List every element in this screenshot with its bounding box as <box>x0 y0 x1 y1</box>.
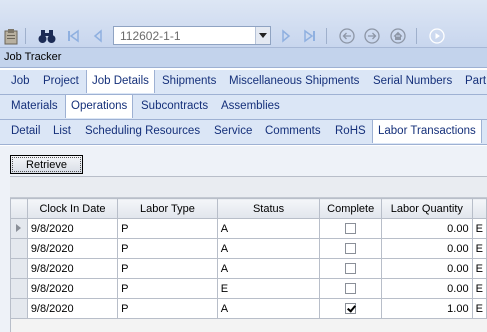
clock-in-date-cell[interactable]: 9/8/2020 <box>26 218 119 239</box>
table-row[interactable]: 9/8/2020 P A 0.00 E <box>10 218 487 239</box>
row-selector[interactable] <box>10 218 28 239</box>
status-cell[interactable]: A <box>216 238 321 259</box>
tab-assemblies[interactable]: Assemblies <box>221 95 280 118</box>
current-row-arrow-icon <box>16 223 22 232</box>
extra-cell[interactable]: E <box>471 238 487 259</box>
binoculars-icon[interactable] <box>38 27 56 45</box>
row-selector[interactable] <box>10 258 28 279</box>
extra-cell[interactable]: E <box>471 298 487 319</box>
complete-cell[interactable] <box>319 278 383 299</box>
clock-in-date-cell[interactable]: 9/8/2020 <box>26 258 119 279</box>
tab-detail[interactable]: Detail <box>11 120 40 143</box>
tab-job[interactable]: Job <box>11 70 30 93</box>
window-title-bar: Job Tracker <box>0 48 487 68</box>
tab-scheduling-resources[interactable]: Scheduling Resources <box>85 120 200 143</box>
labor-quantity-cell[interactable]: 0.00 <box>381 278 473 299</box>
table-row[interactable]: 9/8/2020 P A 1.00 E <box>10 298 487 319</box>
last-record-icon[interactable] <box>302 28 318 44</box>
column-header-labor-quantity[interactable]: Labor Quantity <box>381 198 473 219</box>
tab-miscellaneous-shipments[interactable]: Miscellaneous Shipments <box>229 70 359 93</box>
extra-cell[interactable]: E <box>471 278 487 299</box>
labor-quantity-cell[interactable]: 1.00 <box>381 298 473 319</box>
retrieve-button[interactable]: Retrieve <box>10 155 83 174</box>
column-header-clock-in-date[interactable]: Clock In Date <box>26 198 119 219</box>
tab-operations[interactable]: Operations <box>65 95 134 118</box>
sub-tabs: Materials Operations Subcontracts Assemb… <box>0 95 487 120</box>
home-icon[interactable] <box>389 27 407 45</box>
complete-cell[interactable] <box>319 238 383 259</box>
complete-cell[interactable] <box>319 298 383 319</box>
status-cell[interactable]: A <box>216 258 321 279</box>
complete-checkbox[interactable] <box>345 243 357 255</box>
column-header-labor-type[interactable]: Labor Type <box>117 198 218 219</box>
status-cell[interactable]: A <box>216 218 321 239</box>
labor-type-cell[interactable]: P <box>117 298 218 319</box>
tab-list[interactable]: List <box>53 120 71 143</box>
complete-checkbox[interactable] <box>345 223 357 235</box>
tab-part[interactable]: Part <box>465 70 486 93</box>
labor-transactions-table: Clock In Date Labor Type Status Complete… <box>10 198 487 319</box>
tab-service[interactable]: Service <box>214 120 252 143</box>
dropdown-arrow-icon[interactable] <box>255 27 270 44</box>
clipboard-icon[interactable] <box>3 27 19 45</box>
column-header-extra[interactable] <box>471 198 487 219</box>
row-selector[interactable] <box>10 238 28 259</box>
grid-group-by-area <box>10 177 487 198</box>
status-cell[interactable]: E <box>216 278 321 299</box>
next-record-icon[interactable] <box>278 28 294 44</box>
tab-job-details[interactable]: Job Details <box>86 70 155 93</box>
complete-cell[interactable] <box>319 258 383 279</box>
operation-tabs: Detail List Scheduling Resources Service… <box>0 120 487 145</box>
window-title: Job Tracker <box>4 51 62 63</box>
main-tabs: Job Project Job Details Shipments Miscel… <box>0 70 487 95</box>
extra-cell[interactable]: E <box>471 258 487 279</box>
labor-quantity-cell[interactable]: 0.00 <box>381 218 473 239</box>
tab-shipments[interactable]: Shipments <box>162 70 216 93</box>
tab-comments[interactable]: Comments <box>265 120 321 143</box>
table-header-row: Clock In Date Labor Type Status Complete… <box>10 198 487 219</box>
row-selector[interactable] <box>10 298 28 319</box>
previous-record-icon[interactable] <box>90 28 106 44</box>
table-row[interactable]: 9/8/2020 P A 0.00 E <box>10 238 487 259</box>
first-record-icon[interactable] <box>65 28 81 44</box>
labor-type-cell[interactable]: P <box>117 218 218 239</box>
table-row[interactable]: 9/8/2020 P E 0.00 E <box>10 278 487 299</box>
tab-labor-transactions[interactable]: Labor Transactions <box>372 120 482 143</box>
record-value: 112602-1-1 <box>120 29 181 43</box>
extra-cell[interactable]: E <box>471 218 487 239</box>
tab-serial-numbers[interactable]: Serial Numbers <box>373 70 452 93</box>
column-header-complete[interactable]: Complete <box>319 198 383 219</box>
column-header-status[interactable]: Status <box>216 198 321 219</box>
toolbar: 112602-1-1 <box>0 0 487 48</box>
row-selector-header <box>10 198 28 219</box>
clock-in-date-cell[interactable]: 9/8/2020 <box>26 278 119 299</box>
labor-type-cell[interactable]: P <box>117 238 218 259</box>
clock-in-date-cell[interactable]: 9/8/2020 <box>26 298 119 319</box>
complete-checkbox[interactable] <box>345 283 357 295</box>
labor-quantity-cell[interactable]: 0.00 <box>381 238 473 259</box>
play-icon[interactable] <box>428 27 446 45</box>
complete-checkbox[interactable] <box>345 263 357 275</box>
table-row[interactable]: 9/8/2020 P A 0.00 E <box>10 258 487 279</box>
tab-subcontracts[interactable]: Subcontracts <box>141 95 208 118</box>
clock-in-date-cell[interactable]: 9/8/2020 <box>26 238 119 259</box>
complete-checkbox-checked[interactable] <box>345 303 357 315</box>
labor-quantity-cell[interactable]: 0.00 <box>381 258 473 279</box>
retrieve-label: Retrieve <box>26 158 67 171</box>
labor-type-cell[interactable]: P <box>117 278 218 299</box>
complete-cell[interactable] <box>319 218 383 239</box>
back-icon[interactable] <box>338 27 356 45</box>
tab-project[interactable]: Project <box>43 70 79 93</box>
labor-type-cell[interactable]: P <box>117 258 218 279</box>
status-cell[interactable]: A <box>216 298 321 319</box>
record-combobox[interactable]: 112602-1-1 <box>113 26 271 45</box>
forward-icon[interactable] <box>363 27 381 45</box>
tab-rohs[interactable]: RoHS <box>335 120 366 143</box>
tab-materials[interactable]: Materials <box>11 95 58 118</box>
row-selector[interactable] <box>10 278 28 299</box>
